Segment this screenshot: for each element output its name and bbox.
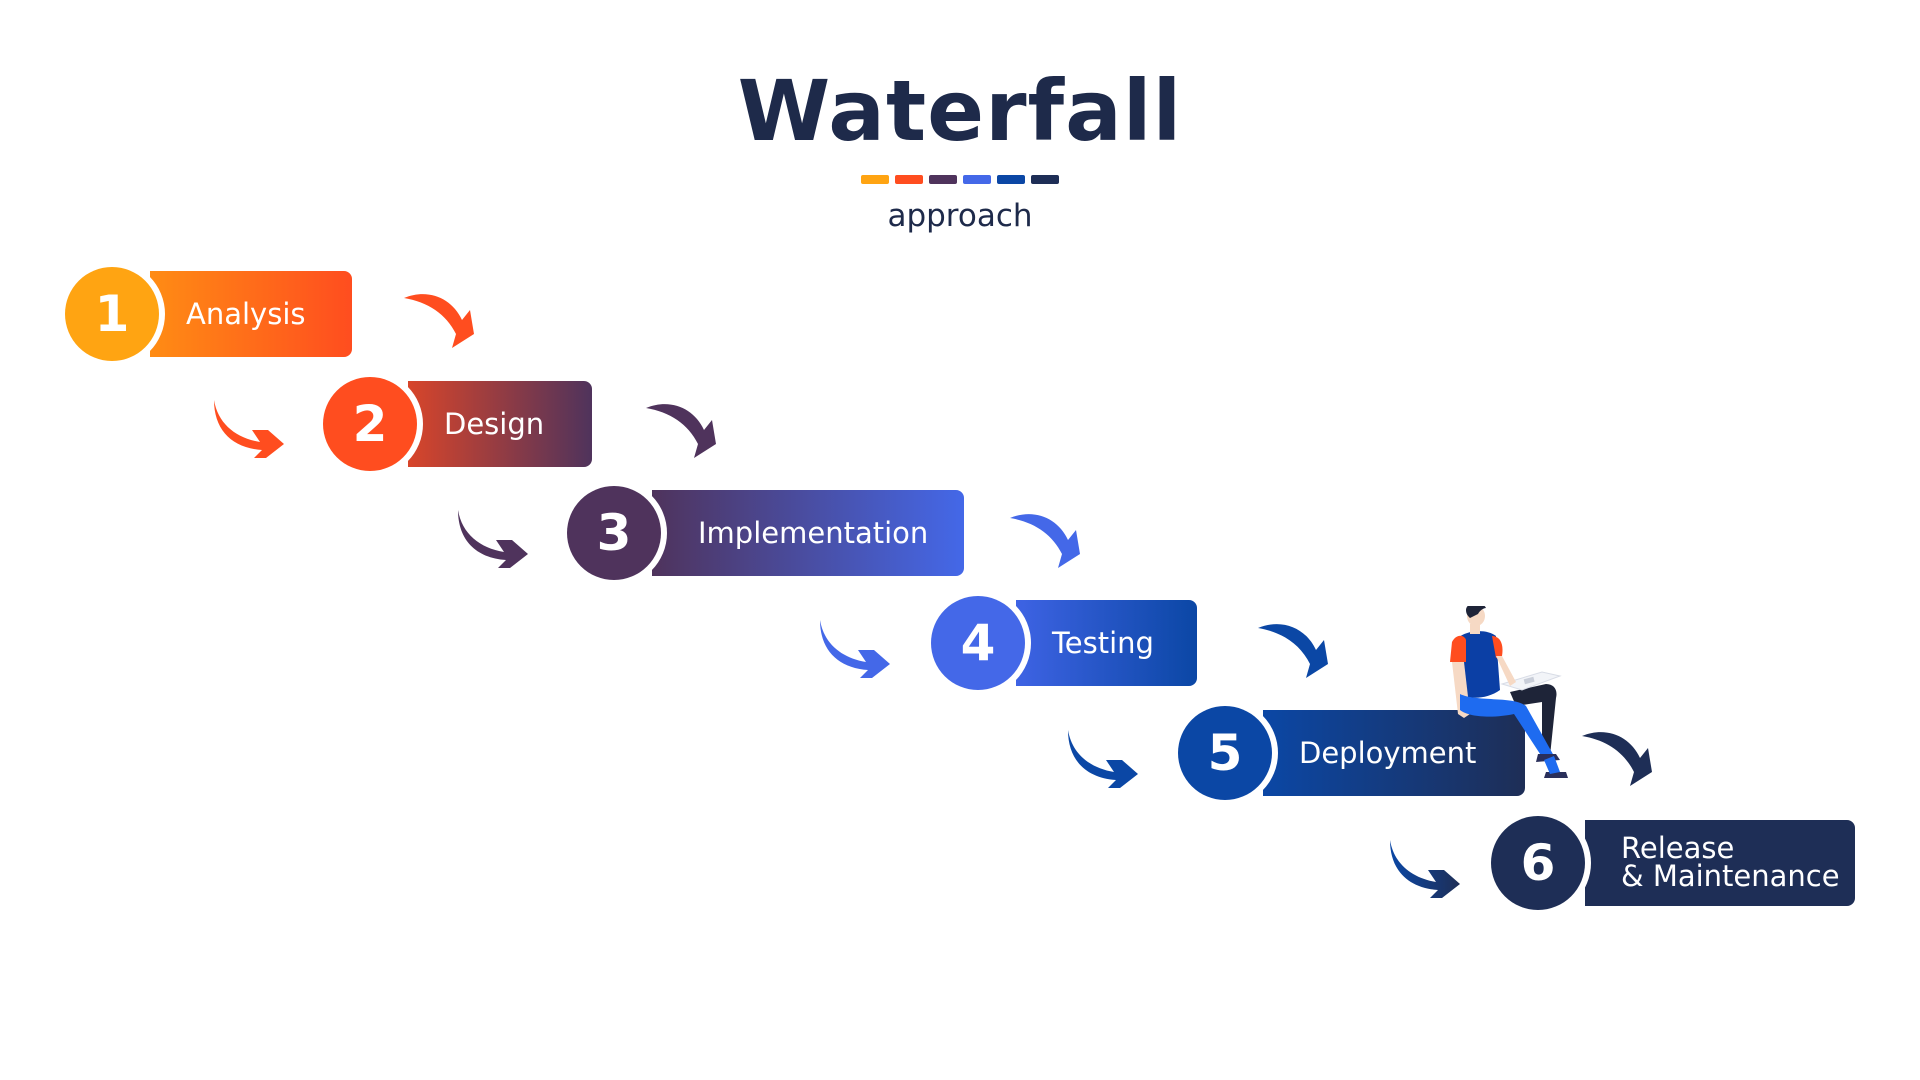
step-label: Design — [444, 407, 545, 441]
step-label: Release & Maintenance — [1621, 831, 1840, 893]
arrow-down-right-icon — [1258, 624, 1328, 678]
person-with-laptop-illustration — [1450, 606, 1568, 778]
arrow-into-step-icon — [1068, 730, 1138, 788]
color-swatch — [895, 175, 923, 184]
step-number-badge: 2 — [323, 377, 417, 471]
color-swatch — [997, 175, 1025, 184]
arrow-into-step-icon — [820, 620, 890, 678]
step-label: Testing — [1052, 626, 1154, 660]
arrow-down-right-icon — [646, 404, 716, 458]
arrow-down-right-icon — [404, 294, 474, 348]
color-swatch — [929, 175, 957, 184]
arrow-down-right-icon — [1010, 514, 1080, 568]
color-swatch — [861, 175, 889, 184]
step-bar: Implementation — [652, 490, 964, 576]
arrow-into-step-icon — [1390, 840, 1460, 898]
step-number-badge: 5 — [1178, 706, 1272, 800]
color-legend-strip — [0, 175, 1920, 184]
step-number-badge: 4 — [931, 596, 1025, 690]
step-bar: Analysis — [150, 271, 352, 357]
diagram-subtitle: approach — [887, 198, 1033, 234]
color-swatch — [1031, 175, 1059, 184]
step-bar: Design — [408, 381, 592, 467]
arrow-into-step-icon — [214, 400, 284, 458]
step-label: Analysis — [186, 297, 306, 331]
step-number-badge: 6 — [1491, 816, 1585, 910]
arrow-into-step-icon — [458, 510, 528, 568]
step-bar: Testing — [1016, 600, 1197, 686]
color-swatch — [963, 175, 991, 184]
step-number-badge: 1 — [65, 267, 159, 361]
person-front-leg — [1460, 694, 1554, 760]
step-bar: Release & Maintenance — [1585, 820, 1855, 906]
step-label: Implementation — [698, 516, 929, 550]
step-label-line1: Release — [1621, 831, 1735, 865]
step-number-badge: 3 — [567, 486, 661, 580]
step-label-line2: & Maintenance — [1621, 859, 1840, 893]
diagram-title: Waterfall — [737, 62, 1183, 160]
